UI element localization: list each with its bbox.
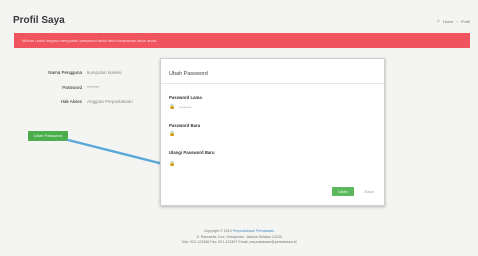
change-password-button[interactable]: Ubah Password	[28, 131, 68, 141]
new-password-label: Password Baru	[169, 123, 201, 128]
lock-icon: 🔒	[169, 131, 176, 137]
breadcrumb-home[interactable]: Home	[443, 19, 454, 24]
breadcrumb-current: Profil	[460, 18, 470, 24]
lock-icon: 🔒	[169, 161, 176, 167]
username-value: kumpulan koleksi	[87, 70, 122, 75]
password-label: Password	[62, 85, 82, 90]
old-password-field[interactable]: 🔒 ********	[169, 103, 299, 111]
breadcrumb-separator: ›	[456, 18, 458, 24]
submit-button[interactable]: Ubah	[332, 187, 354, 196]
copyright-link[interactable]: Perpustakaan Perbatasan	[233, 229, 275, 233]
warning-alert: Mohon untuk segera mengubah password and…	[14, 33, 470, 48]
new-password-field[interactable]: 🔒	[169, 130, 299, 138]
cancel-button[interactable]: Batal	[361, 187, 377, 196]
old-password-value: ********	[179, 104, 192, 110]
password-value: *******	[87, 85, 100, 90]
repeat-password-label: Ulangi Password Baru	[169, 150, 215, 155]
breadcrumb: ⌂ Home › Profil	[437, 18, 470, 24]
profile-row-access: Hak Akses Anggota Perpustakaan	[0, 99, 160, 107]
modal-divider	[161, 83, 384, 84]
home-icon[interactable]: ⌂	[437, 18, 440, 24]
footer: Copyright © 2019 Perpustakaan Perbatasan…	[0, 229, 478, 246]
modal-title: Ubah Password	[169, 71, 208, 77]
footer-contact: Telp: 021-123456 Fax: 021-123457 Email: …	[181, 240, 297, 244]
lock-icon: 🔒	[169, 104, 176, 110]
copyright-text: Copyright © 2019	[203, 229, 232, 233]
change-password-modal: Ubah Password Password Lama 🔒 ******** P…	[160, 58, 385, 206]
profile-row-password: Password *******	[0, 85, 160, 93]
profile-row-username: Nama Pengguna kumpulan koleksi	[0, 70, 160, 78]
username-label: Nama Pengguna	[48, 70, 82, 75]
access-label: Hak Akses	[60, 99, 82, 104]
access-value: Anggota Perpustakaan	[87, 99, 133, 104]
repeat-password-field[interactable]: 🔒	[169, 160, 299, 168]
old-password-label: Password Lama	[169, 95, 202, 100]
page-title: Profil Saya	[13, 15, 65, 26]
